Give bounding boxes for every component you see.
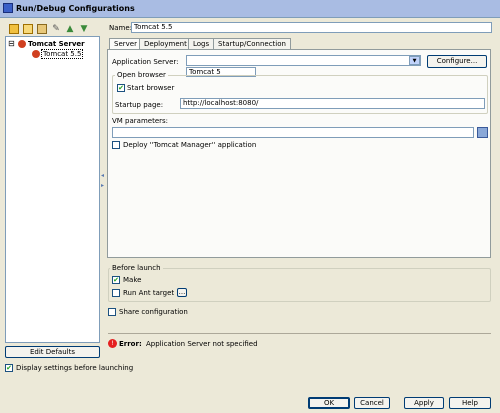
configure-button[interactable]: Configure... <box>427 55 487 68</box>
separator <box>108 333 491 334</box>
tomcat-icon <box>18 40 26 48</box>
configuration-tree: ⊟ Tomcat Server Tomcat 5.5 <box>5 36 100 343</box>
error-prefix: Error: <box>119 340 142 348</box>
share-config-checkbox[interactable] <box>108 308 116 316</box>
ok-button[interactable]: OK <box>308 397 350 409</box>
edit-defaults-button[interactable]: Edit Defaults <box>5 346 100 358</box>
app-server-select[interactable] <box>186 55 421 66</box>
startup-page-input[interactable]: http://localhost:8080/ <box>180 98 485 109</box>
make-checkbox[interactable]: ✔ <box>112 276 120 284</box>
move-down-icon[interactable]: ▼ <box>79 24 89 34</box>
chevron-down-icon[interactable]: ▼ <box>409 56 420 65</box>
display-settings-label: Display settings before launching <box>16 364 134 372</box>
collapse-left-icon[interactable]: ◂ <box>101 172 104 179</box>
error-message: Application Server not specified <box>146 340 258 348</box>
app-server-label: Application Server: <box>112 58 179 66</box>
collapse-right-icon[interactable]: ▸ <box>101 182 104 189</box>
display-settings-checkbox[interactable]: ✔ <box>5 364 13 372</box>
start-browser-checkbox[interactable]: ✔ <box>117 84 125 92</box>
tomcat-config-icon <box>32 50 40 58</box>
startup-page-label: Startup page: <box>115 101 164 109</box>
tree-toggle-icon[interactable]: ⊟ <box>8 39 15 48</box>
tree-item-tomcat-server[interactable]: Tomcat Server <box>28 40 85 48</box>
help-button[interactable]: Help <box>449 397 491 409</box>
vm-params-input[interactable] <box>112 127 474 138</box>
name-label: Name: <box>109 24 133 32</box>
open-browser-title: Open browser <box>115 71 168 79</box>
copy-icon[interactable] <box>23 24 33 34</box>
app-icon <box>3 3 13 13</box>
folder-icon[interactable] <box>37 24 47 34</box>
window-title: Run/Debug Configurations <box>16 4 135 13</box>
before-launch-title: Before launch <box>110 264 163 272</box>
apply-button[interactable]: Apply <box>404 397 444 409</box>
deploy-manager-label: Deploy ''Tomcat Manager'' application <box>123 141 257 149</box>
vm-params-label: VM parameters: <box>112 117 169 125</box>
make-label: Make <box>123 276 142 284</box>
error-icon: ! <box>108 339 117 348</box>
cancel-button[interactable]: Cancel <box>354 397 390 409</box>
tree-item-tomcat-55[interactable]: Tomcat 5.5 <box>41 49 84 59</box>
name-input[interactable]: Tomcat 5.5 <box>131 22 492 33</box>
move-up-icon[interactable]: ▲ <box>65 24 75 34</box>
share-config-label: Share configuration <box>119 308 188 316</box>
run-ant-checkbox[interactable] <box>112 289 120 297</box>
expand-editor-icon[interactable] <box>477 127 488 138</box>
run-ant-browse-button[interactable]: ... <box>177 288 187 297</box>
start-browser-label: Start browser <box>127 84 175 92</box>
add-icon[interactable] <box>9 24 19 34</box>
run-ant-label: Run Ant target <box>123 289 175 297</box>
edit-icon[interactable]: ✎ <box>51 24 61 34</box>
deploy-manager-checkbox[interactable] <box>112 141 120 149</box>
title-bar: Run/Debug Configurations <box>0 0 500 18</box>
